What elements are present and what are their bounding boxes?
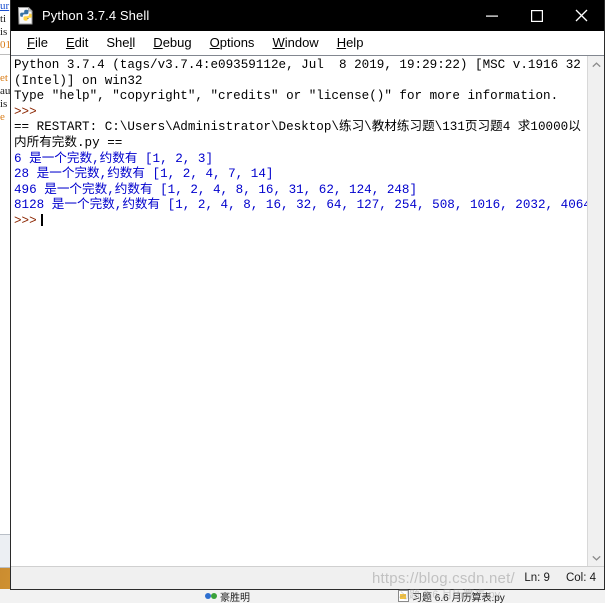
statusbar: Ln: 9 Col: 4 <box>11 566 604 589</box>
shell-line: Python 3.7.4 (tags/v3.7.4:e09359112e, Ju… <box>14 58 587 72</box>
menu-item-options[interactable]: Options <box>201 31 264 54</box>
menu-item-debug[interactable]: Debug <box>144 31 200 54</box>
status-line-number: Ln: 9 <box>524 572 550 584</box>
shell-line: (Intel)] on win32 <box>14 73 143 88</box>
close-button[interactable] <box>559 0 604 31</box>
close-icon <box>575 9 588 22</box>
chevron-down-icon <box>591 555 601 561</box>
menu-item-file[interactable]: File <box>18 31 57 54</box>
taskbar-item-file[interactable]: 习题 6.6 月历算表.py <box>398 589 505 603</box>
shell-text-area[interactable]: Python 3.7.4 (tags/v3.7.4:e09359112e, Ju… <box>11 56 587 566</box>
maximize-icon <box>530 9 543 22</box>
maximize-button[interactable] <box>514 0 559 31</box>
shell-output-line: 8128 是一个完数,约数有 [1, 2, 4, 8, 16, 32, 64, … <box>14 198 587 213</box>
shell-active-prompt[interactable]: >>> <box>14 213 587 230</box>
menu-item-edit[interactable]: Edit <box>57 31 97 54</box>
shell-prompt-line: >>> <box>14 104 37 119</box>
shell-body: Python 3.7.4 (tags/v3.7.4:e09359112e, Ju… <box>11 55 604 566</box>
python-idle-icon <box>17 6 35 25</box>
scroll-up-button[interactable] <box>588 56 604 73</box>
minimize-button[interactable] <box>469 0 514 31</box>
menu-item-shell[interactable]: Shell <box>97 31 144 54</box>
window-titlebar[interactable]: Python 3.7.4 Shell <box>11 0 604 31</box>
file-icon <box>398 590 409 602</box>
shell-output-line: 28 是一个完数,约数有 [1, 2, 4, 7, 14] <box>14 167 274 182</box>
taskbar-item-label: 习题 6.6 月历算表.py <box>412 592 505 603</box>
taskbar-item-chat[interactable]: 豪胜明 <box>205 589 250 603</box>
prompt-text: >>> <box>14 213 37 228</box>
scroll-down-button[interactable] <box>588 549 604 566</box>
shell-restart-line-cont: 内所有完数.py == <box>14 135 123 150</box>
minimize-icon <box>485 15 498 17</box>
chevron-up-icon <box>591 61 601 67</box>
menu-item-window[interactable]: Window <box>263 31 327 54</box>
shell-restart-line: == RESTART: C:\Users\Administrator\Deskt… <box>14 120 581 135</box>
shell-line: Type "help", "copyright", "credits" or "… <box>14 89 559 104</box>
windows-taskbar[interactable]: 豪胜明 习题 6.6 月历算表.py <box>0 589 605 603</box>
scrollbar-track[interactable] <box>588 73 604 549</box>
menubar[interactable]: File Edit Shell Debug Options Window Hel… <box>11 31 604 55</box>
shell-output-line: 6 是一个完数,约数有 [1, 2, 3] <box>14 151 213 166</box>
chat-icon-secondary <box>211 593 217 599</box>
vertical-scrollbar[interactable] <box>587 56 604 566</box>
menu-item-help[interactable]: Help <box>328 31 373 54</box>
window-title: Python 3.7.4 Shell <box>42 8 150 23</box>
taskbar-item-label: 豪胜明 <box>220 592 250 603</box>
python-shell-window: Python 3.7.4 Shell File Edit Shell Debug… <box>10 0 605 590</box>
text-caret <box>40 213 43 226</box>
status-column-number: Col: 4 <box>565 572 596 584</box>
shell-output-line: 496 是一个完数,约数有 [1, 2, 4, 8, 16, 31, 62, 1… <box>14 182 418 197</box>
